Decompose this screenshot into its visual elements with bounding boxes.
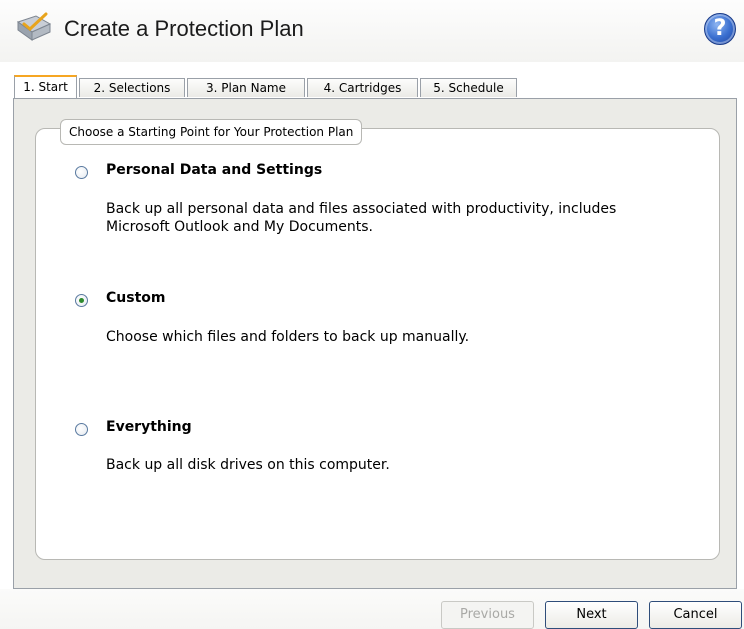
dialog-header: Create a Protection Plan ? — [0, 0, 744, 62]
everything-description: Back up all disk drives on this computer… — [106, 457, 390, 473]
personal-data-title[interactable]: Personal Data and Settings — [106, 162, 322, 178]
tab-cartridges[interactable]: 4. Cartridges — [307, 78, 418, 97]
everything-radio[interactable] — [75, 423, 88, 436]
group-legend: Choose a Starting Point for Your Protect… — [60, 119, 363, 145]
tab-selections[interactable]: 2. Selections — [79, 78, 185, 97]
custom-title[interactable]: Custom — [106, 290, 165, 306]
custom-description: Choose which files and folders to back u… — [106, 329, 470, 345]
previous-button[interactable]: Previous — [441, 601, 534, 629]
personal-data-radio[interactable] — [75, 166, 88, 179]
page-title: Create a Protection Plan — [64, 16, 304, 41]
protection-plan-icon — [16, 12, 52, 41]
tab-plan-name[interactable]: 3. Plan Name — [187, 78, 305, 97]
next-button[interactable]: Next — [545, 601, 638, 629]
custom-radio[interactable] — [75, 294, 88, 307]
everything-title[interactable]: Everything — [106, 419, 192, 435]
cancel-button[interactable]: Cancel — [649, 601, 742, 629]
tab-start[interactable]: 1. Start — [14, 75, 77, 98]
help-icon[interactable]: ? — [704, 13, 736, 45]
tab-schedule[interactable]: 5. Schedule — [420, 78, 517, 97]
personal-data-description: Back up all personal data and files asso… — [106, 201, 617, 235]
